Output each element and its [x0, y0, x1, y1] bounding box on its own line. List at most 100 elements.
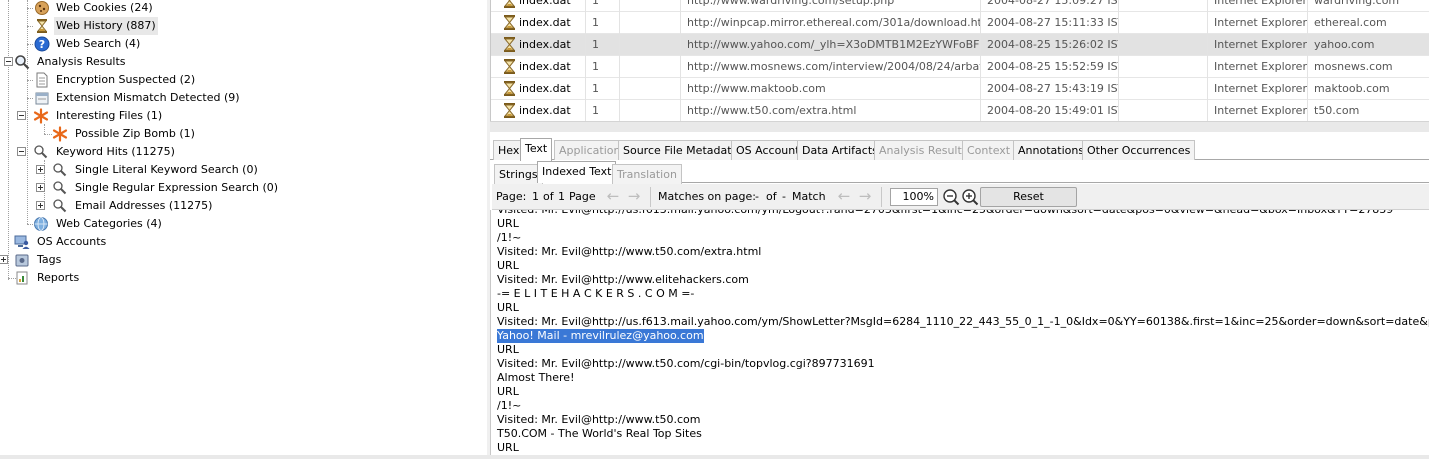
asterisk-icon: [33, 108, 49, 124]
tree-item-label: Web History (887): [54, 17, 158, 35]
cell-text: http://www.maktoob.com: [687, 82, 826, 95]
previous-page-button[interactable]: ←: [605, 189, 621, 205]
cell-text: 2004-08-20 15:49:01 IST: [987, 104, 1119, 117]
cell-text: ethereal.com: [1314, 16, 1387, 29]
expand-toggle[interactable]: [36, 165, 45, 174]
text-line: URL: [497, 259, 519, 272]
tab-strings[interactable]: Strings: [494, 164, 543, 184]
tree-item-extension-mismatch[interactable]: Extension Mismatch Detected (9): [0, 89, 240, 107]
tree-item-label: OS Accounts: [37, 235, 107, 248]
directory-tree[interactable]: Web Cookies (24) Web History (887) ? Web…: [0, 0, 487, 455]
hourglass-icon: [503, 0, 516, 8]
table-cell-program: Internet Explorer: [1208, 34, 1308, 56]
table-cell-count: 1: [586, 56, 620, 78]
tab-analysis-results: Analysis Results: [874, 140, 973, 160]
cell-text: 1: [592, 0, 599, 7]
tree-item-label: Single Literal Keyword Search (0): [75, 163, 258, 176]
cell-text: index.dat: [519, 16, 571, 29]
tab-other-occurrences[interactable]: Other Occurrences: [1082, 140, 1196, 160]
table-cell-empty: [1119, 12, 1208, 34]
table-cell-empty: [620, 0, 681, 12]
tree-item-analysis-results[interactable]: Analysis Results: [0, 53, 200, 71]
cell-text: 1: [592, 104, 599, 117]
table-cell-domain: mosnews.com: [1308, 56, 1429, 78]
tree-item-single-regular-expression-search[interactable]: Single Regular Expression Search (0): [0, 179, 278, 197]
tab-indexed-text[interactable]: Indexed Text: [537, 161, 617, 183]
text-line: URL: [497, 385, 519, 398]
expand-toggle[interactable]: [0, 255, 8, 264]
next-match-button[interactable]: →: [857, 189, 873, 205]
cell-text: http://www.wardriving.com/setup.php: [687, 0, 895, 7]
table-row[interactable]: index.dat 1 http://www.yahoo.com/_ylh=X3oD…: [491, 34, 1429, 56]
zoom-in-icon[interactable]: [961, 188, 979, 206]
tree-item-interesting-files[interactable]: Interesting Files (1): [0, 107, 220, 125]
cell-text: yahoo.com: [1314, 38, 1375, 51]
table-cell-date: 2004-08-27 15:43:19 IST: [981, 78, 1119, 100]
text-line: Visited: Mr. Evil@http://us.f613.mail.ya…: [497, 315, 1429, 328]
zoom-level-field[interactable]: 100%: [890, 188, 938, 206]
tab-text[interactable]: Text: [520, 138, 553, 161]
table-row[interactable]: index.dat 1 http://www.maktoob.com 2004-08-…: [491, 78, 1429, 100]
reset-zoom-button[interactable]: Reset: [980, 187, 1077, 207]
tree-item-os-accounts[interactable]: OS Accounts: [0, 233, 200, 251]
table-cell-empty: [1119, 34, 1208, 56]
table-cell-name: index.dat: [491, 56, 586, 78]
table-cell-name: index.dat: [491, 0, 586, 12]
horizontal-scrollbar[interactable]: [490, 121, 1429, 132]
tree-item-web-categories[interactable]: Web Categories (4): [0, 215, 220, 233]
table-row[interactable]: index.dat 1 http://www.mosnews.com/intervi…: [491, 56, 1429, 78]
tree-item-encryption-suspected[interactable]: Encryption Suspected (2): [0, 71, 220, 89]
text-line: T50.COM - The World's Real Top Sites: [497, 427, 702, 440]
cell-text: http://www.mosnews.com/interview/2004/08…: [687, 60, 981, 73]
tree-item-reports[interactable]: Reports: [0, 269, 200, 287]
tree-item-email-addresses[interactable]: Email Addresses (11275): [0, 197, 220, 215]
table-cell-program: Internet Explorer: [1208, 100, 1308, 122]
table-row[interactable]: index.dat 1 http://winpcap.mirror.ethereal…: [491, 12, 1429, 34]
cell-text: index.dat: [519, 0, 571, 7]
zoom-out-icon[interactable]: [942, 188, 960, 206]
text-line: Visited: Mr. Evil@http://www.t50.com: [497, 413, 701, 426]
result-viewer: index.dat 1 http://www.wardriving.com/setu…: [490, 0, 1429, 455]
tab-os-account[interactable]: OS Account: [731, 140, 805, 160]
matches-current: -: [755, 190, 759, 203]
tab-source-file-metadata[interactable]: Source File Metadata: [618, 140, 744, 160]
next-page-button[interactable]: →: [626, 189, 642, 205]
user-accounts-icon: [14, 234, 30, 250]
text-line: URL: [497, 301, 519, 314]
tab-data-artifacts[interactable]: Data Artifacts: [797, 140, 883, 160]
svg-text:?: ?: [39, 38, 45, 51]
autopsy-window: Web Cookies (24) Web History (887) ? Web…: [0, 0, 1429, 459]
tree-item-web-search[interactable]: ? Web Search (4): [0, 35, 200, 53]
tree-item-possible-zip-bomb[interactable]: Possible Zip Bomb (1): [0, 125, 220, 143]
table-cell-count: 1: [586, 12, 620, 34]
hourglass-icon: [503, 103, 516, 118]
table-row[interactable]: index.dat 1 http://www.wardriving.com/setu…: [491, 0, 1429, 12]
collapse-toggle[interactable]: [4, 57, 13, 66]
cell-text: 2004-08-25 15:26:02 IST: [987, 38, 1119, 51]
indexed-text-content[interactable]: Visited: Mr. Evil@http://us.f613.mail.ya…: [490, 210, 1429, 455]
tree-item-label: Web Search (4): [56, 37, 141, 50]
hourglass-icon: [503, 37, 516, 52]
tree-item-tags[interactable]: Tags: [0, 251, 200, 269]
toolbar-separator: [650, 187, 651, 207]
tab-annotations[interactable]: Annotations: [1013, 140, 1090, 160]
collapse-toggle[interactable]: [17, 147, 26, 156]
table-row[interactable]: index.dat 1 http://www.t50.com/extra.html 2…: [491, 100, 1429, 122]
tree-item-web-history[interactable]: Web History (887): [0, 17, 200, 35]
expand-toggle[interactable]: [36, 201, 45, 210]
table-cell-count: 1: [586, 100, 620, 122]
tree-item-single-literal-keyword-search[interactable]: Single Literal Keyword Search (0): [0, 161, 260, 179]
expand-toggle[interactable]: [36, 183, 45, 192]
magnifier-icon: [52, 180, 68, 196]
table-cell-empty: [620, 78, 681, 100]
collapse-toggle[interactable]: [17, 111, 26, 120]
tab-application: Application: [554, 140, 626, 160]
tree-item-label: Web Categories (4): [56, 217, 162, 230]
table-cell-date: 2004-08-27 15:11:33 IST: [981, 12, 1119, 34]
match-word: Match: [792, 190, 826, 203]
tree-item-web-cookies[interactable]: Web Cookies (24): [0, 0, 200, 17]
tree-item-keyword-hits[interactable]: Keyword Hits (11275): [0, 143, 220, 161]
hourglass-icon: [34, 18, 50, 34]
previous-match-button[interactable]: ←: [836, 189, 852, 205]
tree-item-label: Encryption Suspected (2): [56, 73, 196, 86]
